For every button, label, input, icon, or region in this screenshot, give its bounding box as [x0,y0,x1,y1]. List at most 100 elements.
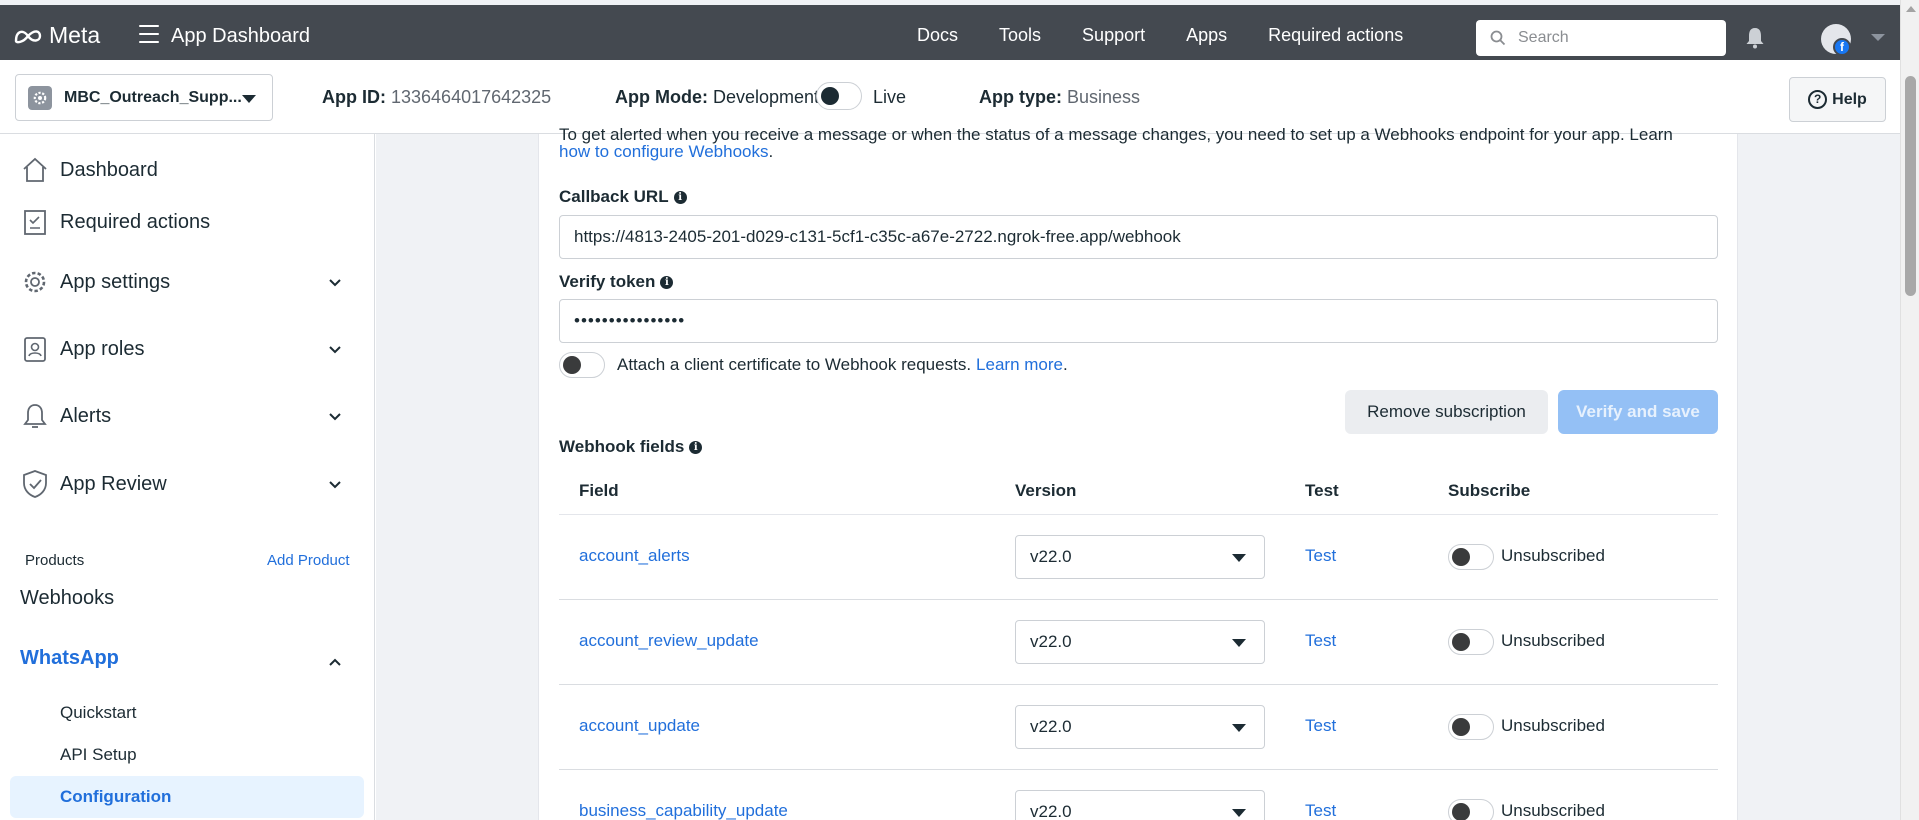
info-icon[interactable]: i [660,275,674,289]
info-icon[interactable]: i [673,190,687,204]
hamburger-menu-icon[interactable] [139,25,159,43]
subscribe-toggle[interactable] [1448,629,1494,655]
sidebar: Dashboard Required actions App settings … [0,134,375,820]
subscribe-toggle[interactable] [1448,799,1494,820]
chevron-up-icon [329,658,341,666]
remove-subscription-button[interactable]: Remove subscription [1345,390,1548,434]
field-name-link[interactable]: account_review_update [579,631,759,651]
verify-token-label-text: Verify token [559,272,656,291]
bell-icon [20,401,50,431]
help-question-icon: ? [1808,90,1828,109]
scroll-up-arrow-icon[interactable] [1906,6,1916,12]
nav-required-actions[interactable]: Required actions [1268,25,1403,46]
version-select[interactable]: v22.0 [1015,705,1265,749]
field-name-link[interactable]: account_update [579,716,700,736]
nav-support[interactable]: Support [1082,25,1145,46]
meta-logo[interactable]: Meta [13,22,100,49]
nav-apps[interactable]: Apps [1186,25,1227,46]
test-link[interactable]: Test [1305,546,1336,566]
search-box[interactable] [1476,20,1726,56]
sidebar-item-app-settings[interactable]: App settings [20,267,350,297]
sidebar-item-label: Required actions [60,210,211,233]
chevron-down-icon [242,95,256,103]
page: Meta App Dashboard Docs Tools Support Ap… [0,0,1919,820]
nav-docs[interactable]: Docs [917,25,958,46]
field-name-link[interactable]: business_capability_update [579,801,788,820]
test-link[interactable]: Test [1305,631,1336,651]
help-button[interactable]: ? Help [1789,77,1886,122]
subscribe-toggle[interactable] [1448,544,1494,570]
sidebar-item-whatsapp[interactable]: WhatsApp [20,647,350,670]
version-value: v22.0 [1030,802,1072,820]
sidebar-item-app-review[interactable]: App Review [20,469,350,499]
app-mode-toggle[interactable] [816,82,862,110]
webhook-fields-label-text: Webhook fields [559,437,685,456]
verify-and-save-button[interactable]: Verify and save [1558,390,1718,434]
client-certificate-toggle[interactable] [559,352,605,378]
callback-url-input[interactable] [559,215,1718,259]
webhook-fields-label: Webhook fields i [559,437,703,457]
subscribe-toggle[interactable] [1448,714,1494,740]
subscription-status: Unsubscribed [1501,801,1605,820]
nav-tools[interactable]: Tools [999,25,1041,46]
help-label: Help [1832,90,1867,108]
sidebar-item-alerts[interactable]: Alerts [20,401,350,431]
subscription-status: Unsubscribed [1501,716,1605,735]
app-id-info: App ID: 1336464017642325 [322,87,551,108]
learn-more-link[interactable]: Learn more [976,355,1063,375]
sidebar-item-app-roles[interactable]: App roles [20,334,350,364]
configure-webhooks-link[interactable]: how to configure Webhooks [559,142,768,161]
page-scrollbar[interactable] [1900,0,1919,820]
app-dashboard-title[interactable]: App Dashboard [171,25,310,48]
version-select[interactable]: v22.0 [1015,535,1265,579]
facebook-badge-icon: f [1833,38,1851,56]
sidebar-item-dashboard[interactable]: Dashboard [20,155,350,185]
sidebar-subitem-configuration[interactable]: Configuration [60,787,171,807]
app-mode-value: Development [713,87,820,107]
chevron-down-icon [329,481,341,489]
client-certificate-text: Attach a client certificate to Webhook r… [617,355,972,374]
field-name-link[interactable]: account_alerts [579,546,690,566]
sidebar-item-required-actions[interactable]: Required actions [20,207,350,237]
version-value: v22.0 [1030,632,1072,651]
top-navigation-bar: Meta App Dashboard Docs Tools Support Ap… [0,5,1900,60]
version-value: v22.0 [1030,717,1072,736]
test-link[interactable]: Test [1305,716,1336,736]
sidebar-item-webhooks[interactable]: Webhooks [20,587,114,610]
app-gear-icon [28,85,52,110]
caret-down-icon [1232,554,1246,562]
clipboard-icon [20,207,50,237]
profile-menu-caret-icon[interactable] [1871,34,1885,41]
content-area: Meta App Dashboard Docs Tools Support Ap… [0,0,1900,820]
verify-token-input[interactable] [559,299,1718,343]
info-icon[interactable]: i [689,440,703,454]
app-mode-live-label: Live [873,87,907,107]
sidebar-subitem-quickstart[interactable]: Quickstart [60,703,137,723]
app-subheader: MBC_Outreach_Supp... App ID: 13364640176… [0,60,1900,134]
app-id-value: 1336464017642325 [391,87,552,107]
sidebar-item-label: Alerts [60,404,112,427]
add-product-link[interactable]: Add Product [267,552,350,569]
sidebar-item-label: WhatsApp [20,647,119,669]
period: . [1062,355,1068,374]
scrollbar-thumb[interactable] [1905,76,1916,296]
chevron-down-icon [329,279,341,287]
products-section-label: Products [25,552,85,569]
sidebar-subitem-api-setup[interactable]: API Setup [60,745,137,765]
shield-check-icon [20,469,50,499]
app-selector-dropdown[interactable]: MBC_Outreach_Supp... [15,74,273,121]
table-row: account_update v22.0 Test Unsubscribed [559,685,1718,770]
version-select[interactable]: v22.0 [1015,620,1265,664]
main-content: To get alerted when you receive a messag… [376,125,1900,820]
search-input[interactable] [1518,29,1708,47]
sidebar-item-label: App settings [60,270,171,293]
test-link[interactable]: Test [1305,801,1336,820]
app-mode-label: App Mode: [615,87,708,107]
gear-icon [20,267,50,297]
version-select[interactable]: v22.0 [1015,790,1265,820]
notifications-bell-icon[interactable] [1745,27,1765,49]
sidebar-item-label: App roles [60,337,145,360]
client-certificate-row: Attach a client certificate to Webhook r… [559,352,1068,378]
meta-infinity-icon [14,29,42,43]
webhook-fields-table-header: Field Version Test Subscribe [559,473,1718,515]
